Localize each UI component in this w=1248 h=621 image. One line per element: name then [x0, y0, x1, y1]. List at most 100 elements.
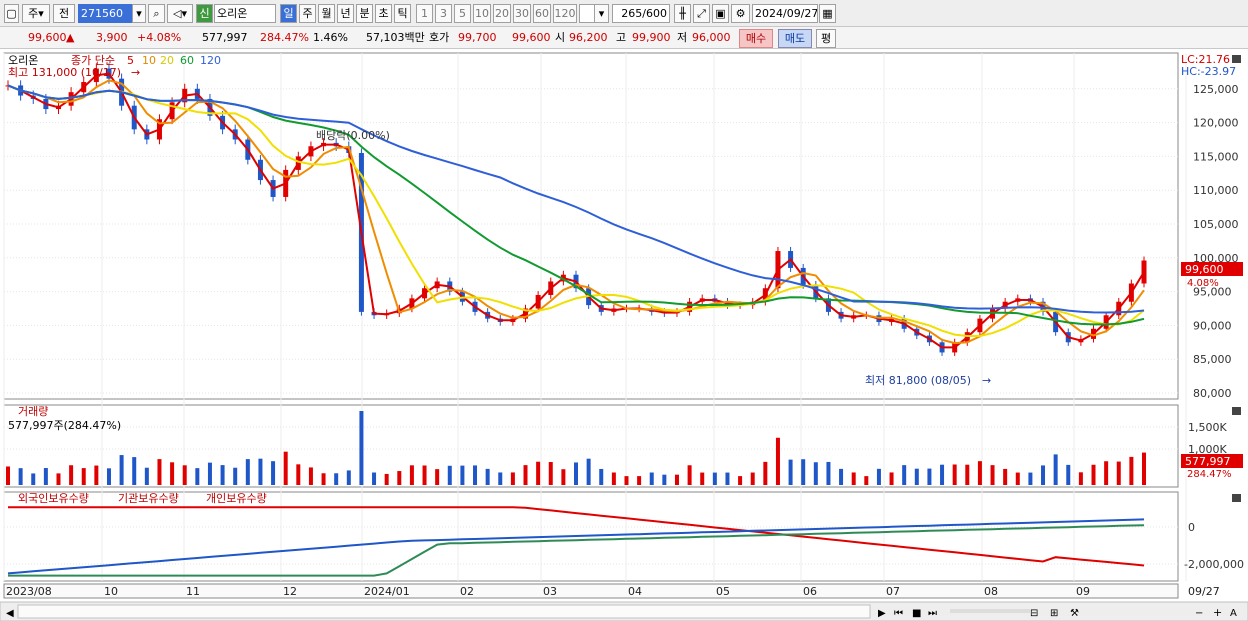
pane-close-icon: [1232, 55, 1241, 63]
legend-ma10: 10: [142, 54, 156, 67]
volume-bar: [927, 468, 932, 485]
price-tick-label: 110,000: [1193, 184, 1239, 197]
volume-bar: [144, 467, 149, 485]
interval-5[interactable]: 5: [454, 4, 471, 23]
volume-bar: [914, 468, 919, 485]
volume-bar: [548, 462, 553, 485]
volume-bar: [574, 462, 578, 485]
legend-ma60: 60: [180, 54, 194, 67]
volume-bar: [1066, 464, 1071, 485]
toolbar: ▢ 주▾ 전 271560 ▾ ⌕ ◁▾ 신 오리온 일 주 월 년 분 초 틱…: [0, 0, 1248, 27]
count-field[interactable]: 265/600: [612, 4, 670, 23]
volume-bar: [510, 472, 515, 485]
high-price: 99,900: [632, 31, 671, 44]
open-price: 96,200: [569, 31, 608, 44]
scroll-right-icon: ▶: [878, 608, 886, 619]
price-change: 3,900: [96, 31, 128, 44]
tools-icon: ⚒: [1070, 608, 1079, 619]
volume-bar: [851, 472, 856, 485]
interval-20[interactable]: 20: [493, 4, 511, 23]
volume-bar: [220, 465, 225, 485]
change-rate: +4.08%: [137, 31, 182, 44]
volume-bar: [397, 471, 402, 485]
bid-price: 99,600: [512, 31, 551, 44]
legend-ma120: 120: [200, 54, 221, 67]
draw-icon[interactable]: ⤢: [693, 4, 710, 23]
volume-bar: [334, 473, 339, 485]
volume-bar: [422, 465, 427, 485]
tab-tick[interactable]: 틱: [394, 4, 411, 23]
up-arrow-icon: ▲: [66, 31, 75, 44]
chevron-down-icon[interactable]: ▾: [594, 4, 609, 23]
volume-bar: [637, 476, 642, 485]
volume-bar: [119, 455, 124, 485]
interval-3[interactable]: 3: [435, 4, 452, 23]
tab-week[interactable]: 주: [299, 4, 316, 23]
volume-bar: [1015, 472, 1020, 485]
tab-second[interactable]: 초: [375, 4, 392, 23]
hoga-label: 호가: [429, 31, 450, 44]
volume-bar: [687, 465, 692, 485]
volume-bar: [1041, 465, 1046, 485]
legend-ma20: 20: [160, 54, 174, 67]
high-annotation: 최고 131,000 (10/17): [8, 66, 121, 79]
interval-1[interactable]: 1: [416, 4, 433, 23]
volume-bar: [1116, 461, 1121, 485]
volume-value: 577,997: [202, 31, 248, 44]
window-icon[interactable]: ▢: [4, 4, 19, 23]
volume-bar: [56, 473, 61, 485]
sell-button[interactable]: 매도: [778, 29, 812, 48]
minus-icon: −: [1195, 608, 1203, 619]
interval-60[interactable]: 60: [533, 4, 551, 23]
volume-bar: [700, 472, 705, 485]
volume-bar: [195, 468, 200, 485]
volume-bar: [271, 461, 276, 485]
date-tick-label: 09/27: [1188, 585, 1220, 598]
scroll-left-icon: ◀: [6, 608, 14, 619]
candle-icon[interactable]: ╫: [674, 4, 691, 23]
tab-year[interactable]: 년: [337, 4, 354, 23]
current-price: 99,600: [28, 31, 67, 44]
price-tick-label: 120,000: [1193, 117, 1239, 130]
date-tick-label: 2023/08: [6, 585, 52, 598]
chevron-down-icon[interactable]: ▾: [132, 4, 146, 23]
interval-10[interactable]: 10: [473, 4, 491, 23]
tab-month[interactable]: 월: [318, 4, 335, 23]
new-badge: 신: [196, 4, 213, 23]
last-volume-rate: 284.47%: [1187, 469, 1232, 480]
volume-bar: [409, 465, 414, 485]
date-tick-label: 12: [283, 585, 297, 598]
interval-30[interactable]: 30: [513, 4, 531, 23]
calendar-icon[interactable]: ▦: [819, 4, 836, 23]
volume-bar: [283, 451, 288, 485]
low-arrow-icon: →: [982, 374, 991, 387]
volume-bar: [435, 469, 440, 485]
volume-bar: [712, 472, 717, 485]
eval-button[interactable]: 평: [816, 29, 836, 48]
date-axis-frame: [3, 583, 1179, 599]
low-label: 저: [677, 31, 688, 44]
ask-price: 99,700: [458, 31, 497, 44]
date-field[interactable]: 2024/09/27: [752, 4, 818, 23]
save-icon[interactable]: ▣: [712, 4, 729, 23]
volume-bar: [94, 465, 99, 485]
tab-minute[interactable]: 분: [356, 4, 373, 23]
volume-bar: [826, 461, 831, 485]
search-icon[interactable]: ⌕: [148, 4, 165, 23]
prev-button[interactable]: 전: [53, 4, 75, 23]
date-tick-label: 11: [186, 585, 200, 598]
market-select[interactable]: 주▾: [22, 4, 50, 23]
stock-name-field[interactable]: 오리온: [214, 4, 276, 23]
speaker-icon[interactable]: ◁▾: [167, 4, 193, 23]
date-tick-label: 04: [628, 585, 642, 598]
interval-120[interactable]: 120: [553, 4, 577, 23]
scroll-bar[interactable]: ◀ ▶ ⏮ ■ ⏭ ⊟ ⊞ ⚒ − + A: [0, 601, 1248, 621]
market-label: 주: [28, 7, 39, 20]
holding-tick-label: -2,000,000: [1184, 558, 1244, 571]
volume-bar: [69, 465, 74, 485]
buy-button[interactable]: 매수: [739, 29, 773, 48]
tab-day[interactable]: 일: [280, 4, 297, 23]
volume-bar: [207, 462, 212, 485]
gear-icon[interactable]: ⚙: [731, 4, 750, 23]
chart-area[interactable]: 125,000120,000115,000110,000105,000100,0…: [0, 49, 1248, 621]
